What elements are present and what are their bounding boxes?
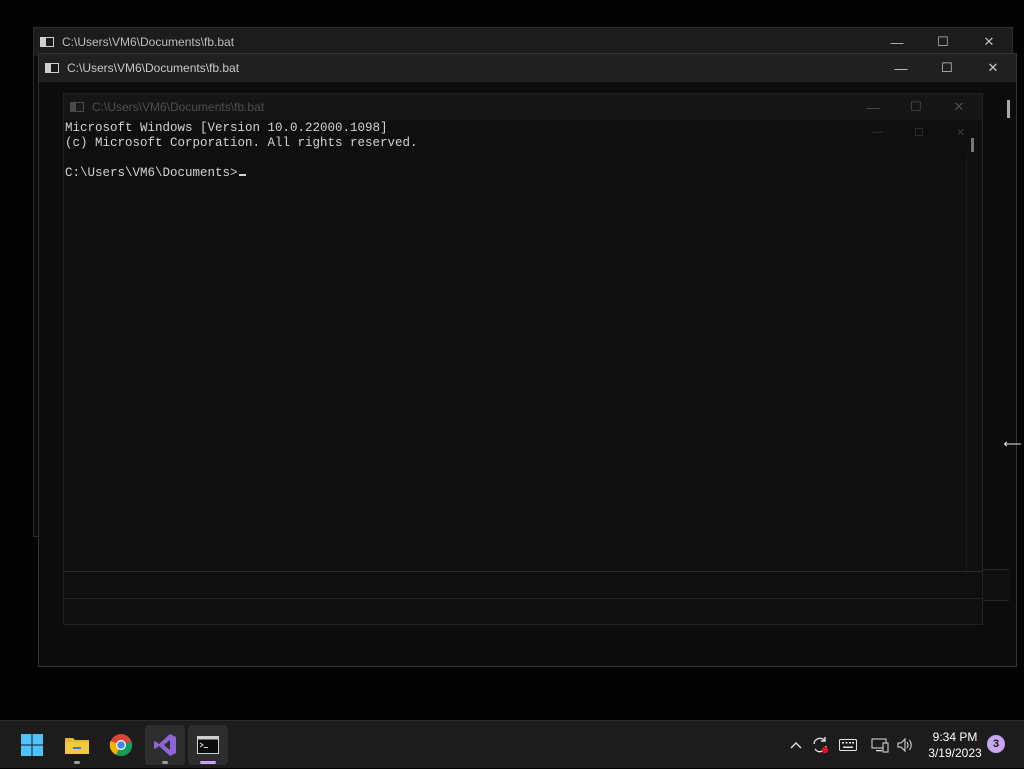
divider: [64, 571, 982, 572]
chrome-button[interactable]: [101, 725, 141, 765]
minimize-button[interactable]: —: [850, 94, 896, 120]
windows-logo-icon: [21, 734, 43, 756]
volume-button[interactable]: [893, 721, 917, 769]
clock-date: 3/19/2023: [928, 746, 982, 760]
desktop: C:\Users\VM6\Documents\fb.bat — ☐ ✕ C:\U…: [0, 0, 1024, 720]
scrollbar-thumb[interactable]: [971, 138, 974, 152]
close-button[interactable]: ✕: [966, 28, 1012, 56]
console-app-icon: [70, 102, 84, 112]
terminal-button[interactable]: [188, 725, 228, 765]
running-indicator: [200, 761, 216, 764]
minimize-button[interactable]: —: [874, 28, 920, 56]
chrome-icon: [109, 734, 133, 757]
divider: [64, 598, 982, 599]
close-button[interactable]: ✕: [970, 54, 1016, 82]
running-indicator: [74, 761, 80, 764]
show-hidden-icons-button[interactable]: [786, 721, 806, 769]
sync-icon: [813, 737, 829, 754]
taskbar: 9:34 PM 3/19/2023: [0, 720, 1024, 768]
maximize-button[interactable]: ☐: [893, 94, 939, 120]
running-indicator: [162, 761, 168, 764]
maximize-button[interactable]: ☐: [924, 54, 970, 82]
folder-icon: [65, 738, 89, 754]
window-title: C:\Users\VM6\Documents\fb.bat: [67, 61, 240, 75]
network-button[interactable]: [868, 721, 892, 769]
console-line: Microsoft Windows [Version 10.0.22000.10…: [65, 121, 388, 135]
console-output[interactable]: Microsoft Windows [Version 10.0.22000.10…: [65, 121, 418, 181]
visual-studio-button[interactable]: [145, 725, 185, 765]
network-icon: [871, 738, 889, 753]
console-app-icon: [40, 37, 54, 47]
volume-icon: [897, 737, 912, 753]
terminal-icon: [197, 736, 219, 754]
visual-studio-icon: [154, 734, 176, 756]
console-prompt: C:\Users\VM6\Documents>: [65, 166, 238, 180]
close-button[interactable]: ✕: [936, 94, 982, 120]
resize-cursor-icon: ⟵: [1003, 436, 1022, 451]
file-explorer-button[interactable]: [57, 725, 97, 765]
notification-badge[interactable]: 3: [987, 735, 1005, 753]
start-button[interactable]: [12, 725, 52, 765]
chevron-up-icon: [790, 742, 802, 749]
ghost-close-icon: ✕: [956, 127, 966, 139]
console-line: (c) Microsoft Corporation. All rights re…: [65, 136, 418, 150]
clock[interactable]: 9:34 PM 3/19/2023: [922, 729, 988, 761]
console-app-icon: [45, 63, 59, 73]
text-cursor: [238, 174, 246, 176]
ghost-maximize-icon: ☐: [914, 127, 924, 139]
window-title: C:\Users\VM6\Documents\fb.bat: [62, 35, 235, 49]
title-bar[interactable]: C:\Users\VM6\Documents\fb.bat — ☐ ✕: [64, 94, 982, 120]
clock-time: 9:34 PM: [932, 730, 978, 744]
sync-status-button[interactable]: [808, 721, 832, 769]
ghost-minimize-icon: —: [872, 126, 883, 138]
title-bar[interactable]: C:\Users\VM6\Documents\fb.bat — ☐ ✕: [34, 28, 1012, 56]
scrollbar-track[interactable]: [966, 154, 967, 574]
title-bar[interactable]: C:\Users\VM6\Documents\fb.bat — ☐ ✕: [39, 54, 1016, 82]
ghost-window-controls: — ☐ ✕: [842, 126, 982, 142]
keyboard-icon: [839, 739, 857, 751]
scrollbar-thumb[interactable]: [1007, 100, 1010, 118]
touch-keyboard-button[interactable]: [836, 721, 860, 769]
minimize-button[interactable]: —: [878, 54, 924, 82]
maximize-button[interactable]: ☐: [920, 28, 966, 56]
window-title: C:\Users\VM6\Documents\fb.bat: [92, 100, 265, 114]
